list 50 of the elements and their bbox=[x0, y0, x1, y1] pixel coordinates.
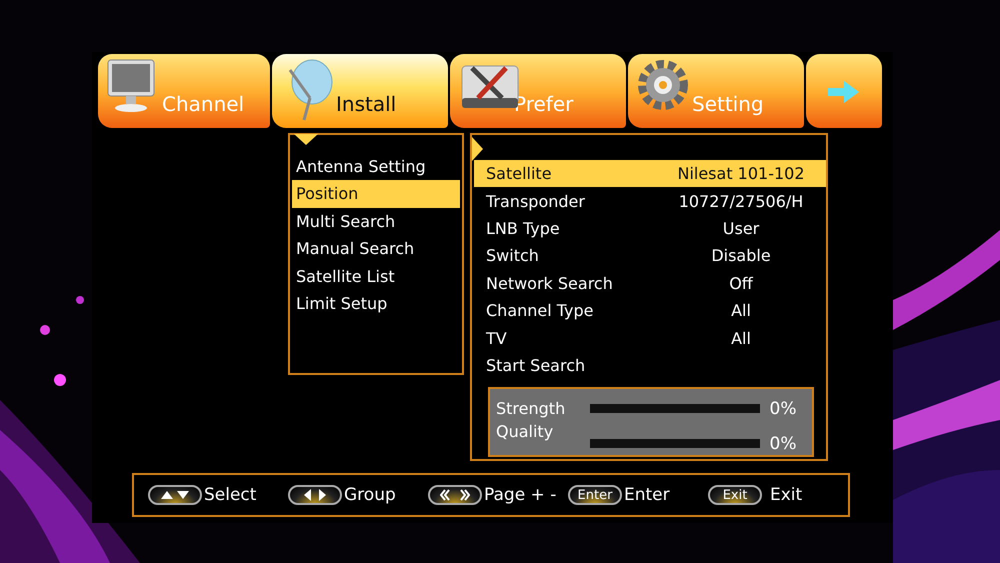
setting-row[interactable]: Channel Type All bbox=[474, 296, 826, 324]
key-action: Group bbox=[344, 485, 396, 505]
menu-item[interactable]: Satellite List bbox=[292, 262, 460, 290]
pointer-icon bbox=[472, 137, 484, 161]
key-action: Exit bbox=[770, 485, 802, 505]
setting-row[interactable]: Transponder 10727/27506/H bbox=[474, 187, 826, 215]
setting-row[interactable]: Start Search bbox=[474, 352, 826, 380]
key-action: Enter bbox=[624, 485, 670, 505]
setting-label: Switch bbox=[485, 246, 540, 266]
setting-label: TV bbox=[485, 328, 508, 348]
setting-value: User bbox=[722, 218, 760, 238]
remote-key: Enter bbox=[568, 485, 622, 505]
setting-value: Disable bbox=[710, 246, 772, 266]
setting-value: Nilesat 101-102 bbox=[676, 164, 806, 184]
meter-reading: 0% bbox=[768, 398, 798, 419]
menu-item[interactable]: Antenna Setting bbox=[292, 153, 460, 180]
setting-label: Satellite bbox=[485, 164, 553, 184]
setting-label: Channel Type bbox=[485, 301, 595, 320]
meter-label: Strength bbox=[496, 399, 566, 418]
menu-item[interactable]: Multi Search bbox=[292, 208, 460, 236]
pointer-icon bbox=[294, 134, 318, 146]
setting-value: 10727/27506/H bbox=[678, 192, 804, 211]
key-action: Select bbox=[204, 485, 256, 505]
setting-value: All bbox=[730, 328, 752, 348]
setting-row[interactable]: TV All bbox=[474, 324, 826, 352]
setting-value: All bbox=[730, 301, 752, 320]
setting-label: Network Search bbox=[485, 274, 614, 293]
up-down-arrows-icon bbox=[160, 490, 190, 500]
right-arrow-icon bbox=[826, 80, 860, 104]
menu-tab[interactable] bbox=[806, 54, 882, 128]
gear-icon bbox=[636, 58, 690, 112]
setting-row[interactable]: Switch Disable bbox=[474, 242, 826, 270]
left-right-arrows-icon bbox=[303, 489, 327, 501]
meter-reading: 0% bbox=[768, 434, 798, 454]
double-arrows-icon bbox=[440, 489, 470, 501]
setting-row[interactable]: LNB Type User bbox=[474, 214, 826, 242]
menu-item[interactable]: Limit Setup bbox=[292, 290, 460, 318]
setting-label: LNB Type bbox=[485, 218, 561, 238]
meter-label: Quality bbox=[496, 422, 554, 442]
key-action: Page + - bbox=[484, 485, 556, 505]
setting-label: Start Search bbox=[485, 356, 586, 375]
remote-key: Exit bbox=[708, 485, 762, 505]
setting-label: Transponder bbox=[485, 192, 586, 211]
setting-row[interactable]: Satellite Nilesat 101-102 bbox=[474, 160, 826, 188]
menu-tab[interactable]: Install bbox=[272, 54, 448, 128]
menu-item[interactable]: Position bbox=[292, 180, 460, 208]
setting-value: Off bbox=[728, 274, 754, 293]
monitor-icon bbox=[106, 58, 156, 114]
setting-row[interactable]: Network Search Off bbox=[474, 270, 826, 297]
menu-item[interactable]: Manual Search bbox=[292, 235, 460, 263]
